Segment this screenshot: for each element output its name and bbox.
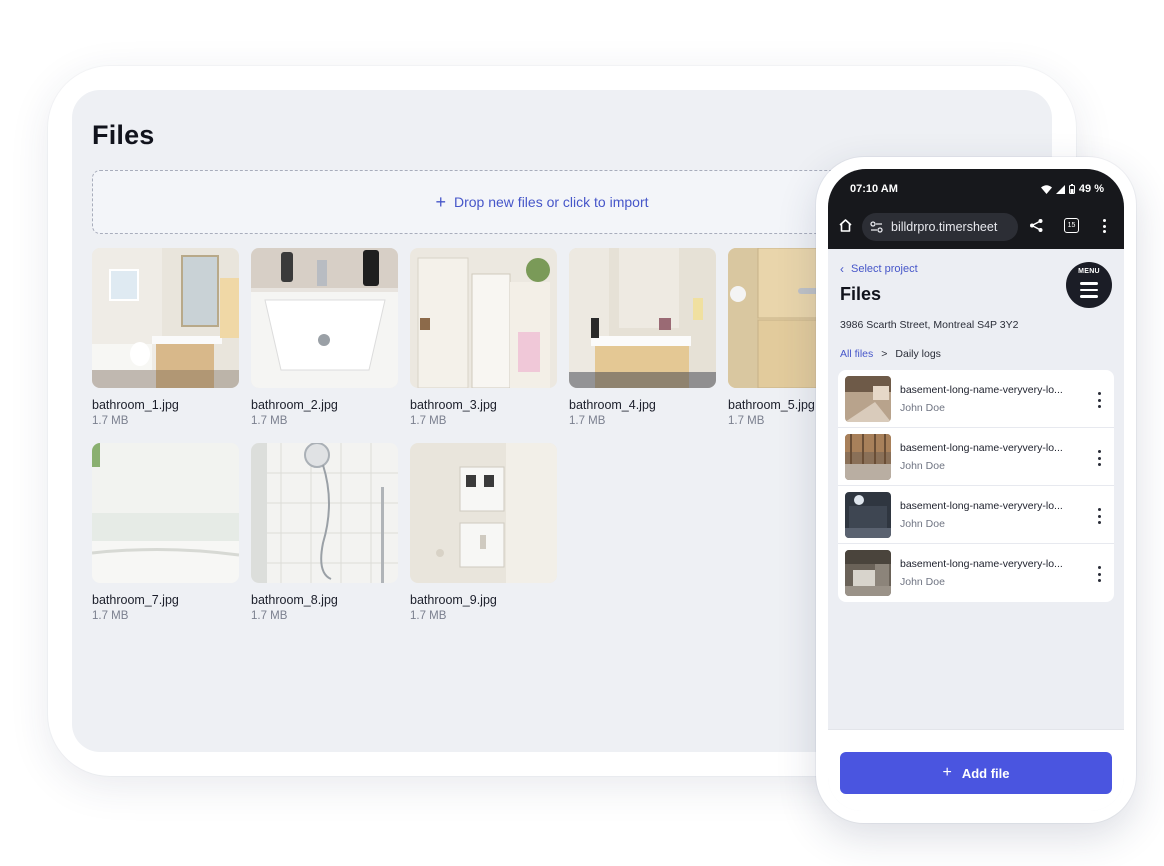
file-name: basement-long-name-veryvery-lo... bbox=[900, 558, 1063, 570]
url-text: billdrpro.timersheet bbox=[891, 220, 998, 234]
file-card[interactable]: bathroom_2.jpg 1.7 MB bbox=[251, 248, 398, 427]
list-item[interactable]: basement-long-name-veryvery-lo... John D… bbox=[838, 370, 1114, 428]
file-card[interactable]: bathroom_9.jpg 1.7 MB bbox=[410, 443, 557, 622]
file-list: basement-long-name-veryvery-lo... John D… bbox=[838, 370, 1114, 602]
file-size: 1.7 MB bbox=[92, 610, 129, 622]
phone-frame: 07:10 AM 49 % billdrpro.timersheet 15 ‹ … bbox=[816, 157, 1136, 823]
more-options-icon[interactable] bbox=[1094, 508, 1104, 524]
share-icon[interactable] bbox=[1029, 218, 1044, 233]
file-name: bathroom_4.jpg bbox=[569, 398, 656, 412]
page-title: Files bbox=[840, 284, 882, 304]
file-size: 1.7 MB bbox=[251, 610, 288, 622]
project-address: 3986 Scarth Street, Montreal S4P 3Y2 bbox=[840, 319, 1019, 331]
file-name: basement-long-name-veryvery-lo... bbox=[900, 442, 1063, 454]
list-item[interactable]: basement-long-name-veryvery-lo... John D… bbox=[838, 428, 1114, 486]
stage: Files + Drop new files or click to impor… bbox=[0, 0, 1164, 866]
file-thumbnail[interactable] bbox=[251, 443, 398, 583]
file-name: bathroom_1.jpg bbox=[92, 398, 179, 412]
file-size: 1.7 MB bbox=[410, 610, 447, 622]
file-name: bathroom_7.jpg bbox=[92, 593, 179, 607]
list-item[interactable]: basement-long-name-veryvery-lo... John D… bbox=[838, 544, 1114, 602]
file-name: bathroom_3.jpg bbox=[410, 398, 497, 412]
site-settings-icon[interactable] bbox=[870, 221, 883, 233]
url-bar[interactable]: billdrpro.timersheet bbox=[862, 213, 1018, 241]
file-thumbnail[interactable] bbox=[92, 248, 239, 388]
file-size: 1.7 MB bbox=[251, 415, 288, 427]
file-thumbnail[interactable] bbox=[92, 443, 239, 583]
file-owner: John Doe bbox=[900, 402, 945, 414]
file-size: 1.7 MB bbox=[569, 415, 606, 427]
hamburger-icon bbox=[1080, 282, 1098, 302]
status-icons: 49 % bbox=[1040, 183, 1104, 195]
menu-button[interactable]: MENU bbox=[1066, 262, 1112, 308]
file-card[interactable]: bathroom_1.jpg 1.7 MB bbox=[92, 248, 239, 427]
wifi-icon bbox=[1040, 184, 1052, 194]
more-vert-icon[interactable] bbox=[1103, 219, 1106, 233]
file-name: basement-long-name-veryvery-lo... bbox=[900, 384, 1063, 396]
file-thumbnail[interactable] bbox=[410, 248, 557, 388]
menu-label: MENU bbox=[1078, 268, 1100, 275]
more-options-icon[interactable] bbox=[1094, 392, 1104, 408]
file-card[interactable]: bathroom_7.jpg 1.7 MB bbox=[92, 443, 239, 622]
add-file-button[interactable]: + Add file bbox=[840, 752, 1112, 794]
signal-icon bbox=[1055, 184, 1065, 194]
file-name: basement-long-name-veryvery-lo... bbox=[900, 500, 1063, 512]
file-name: bathroom_9.jpg bbox=[410, 593, 497, 607]
breadcrumb-separator: > bbox=[881, 348, 888, 360]
file-thumbnail bbox=[845, 434, 891, 480]
breadcrumb-current: Daily logs bbox=[895, 348, 941, 360]
file-owner: John Doe bbox=[900, 460, 945, 472]
bottom-action-bar: + Add file bbox=[828, 729, 1124, 811]
list-item[interactable]: basement-long-name-veryvery-lo... John D… bbox=[838, 486, 1114, 544]
battery-icon bbox=[1068, 184, 1075, 194]
more-options-icon[interactable] bbox=[1094, 450, 1104, 466]
file-card[interactable]: bathroom_8.jpg 1.7 MB bbox=[251, 443, 398, 622]
file-thumbnail bbox=[845, 492, 891, 538]
file-card[interactable]: bathroom_4.jpg 1.7 MB bbox=[569, 248, 716, 427]
file-card[interactable]: bathroom_3.jpg 1.7 MB bbox=[410, 248, 557, 427]
file-name: bathroom_8.jpg bbox=[251, 593, 338, 607]
file-thumbnail bbox=[845, 376, 891, 422]
file-owner: John Doe bbox=[900, 518, 945, 530]
browser-bar: billdrpro.timersheet 15 bbox=[828, 205, 1124, 249]
dropzone-label: Drop new files or click to import bbox=[454, 194, 649, 210]
phone-content: ‹ Select project MENU Files 3986 Scarth … bbox=[828, 249, 1124, 729]
battery-level: 49 % bbox=[1078, 183, 1104, 195]
back-label: Select project bbox=[851, 263, 918, 275]
phone-screen: 07:10 AM 49 % billdrpro.timersheet 15 ‹ … bbox=[828, 169, 1124, 811]
breadcrumb-all-files[interactable]: All files bbox=[840, 348, 873, 360]
chevron-left-icon: ‹ bbox=[840, 262, 844, 276]
breadcrumb: All files > Daily logs bbox=[840, 348, 941, 360]
file-name: bathroom_2.jpg bbox=[251, 398, 338, 412]
home-icon[interactable] bbox=[838, 218, 853, 233]
file-owner: John Doe bbox=[900, 576, 945, 588]
tab-count: 15 bbox=[1067, 222, 1076, 229]
more-options-icon[interactable] bbox=[1094, 566, 1104, 582]
plus-icon: + bbox=[942, 764, 952, 781]
file-thumbnail bbox=[845, 550, 891, 596]
file-thumbnail[interactable] bbox=[251, 248, 398, 388]
select-project-link[interactable]: ‹ Select project bbox=[840, 262, 918, 276]
file-thumbnail[interactable] bbox=[410, 443, 557, 583]
tabs-icon[interactable]: 15 bbox=[1064, 218, 1079, 233]
status-time: 07:10 AM bbox=[850, 183, 898, 195]
page-title: Files bbox=[92, 120, 155, 150]
file-thumbnail[interactable] bbox=[569, 248, 716, 388]
file-size: 1.7 MB bbox=[92, 415, 129, 427]
add-file-label: Add file bbox=[961, 765, 1010, 781]
plus-icon: + bbox=[435, 192, 446, 212]
file-size: 1.7 MB bbox=[410, 415, 447, 427]
status-bar: 07:10 AM 49 % bbox=[828, 169, 1124, 205]
